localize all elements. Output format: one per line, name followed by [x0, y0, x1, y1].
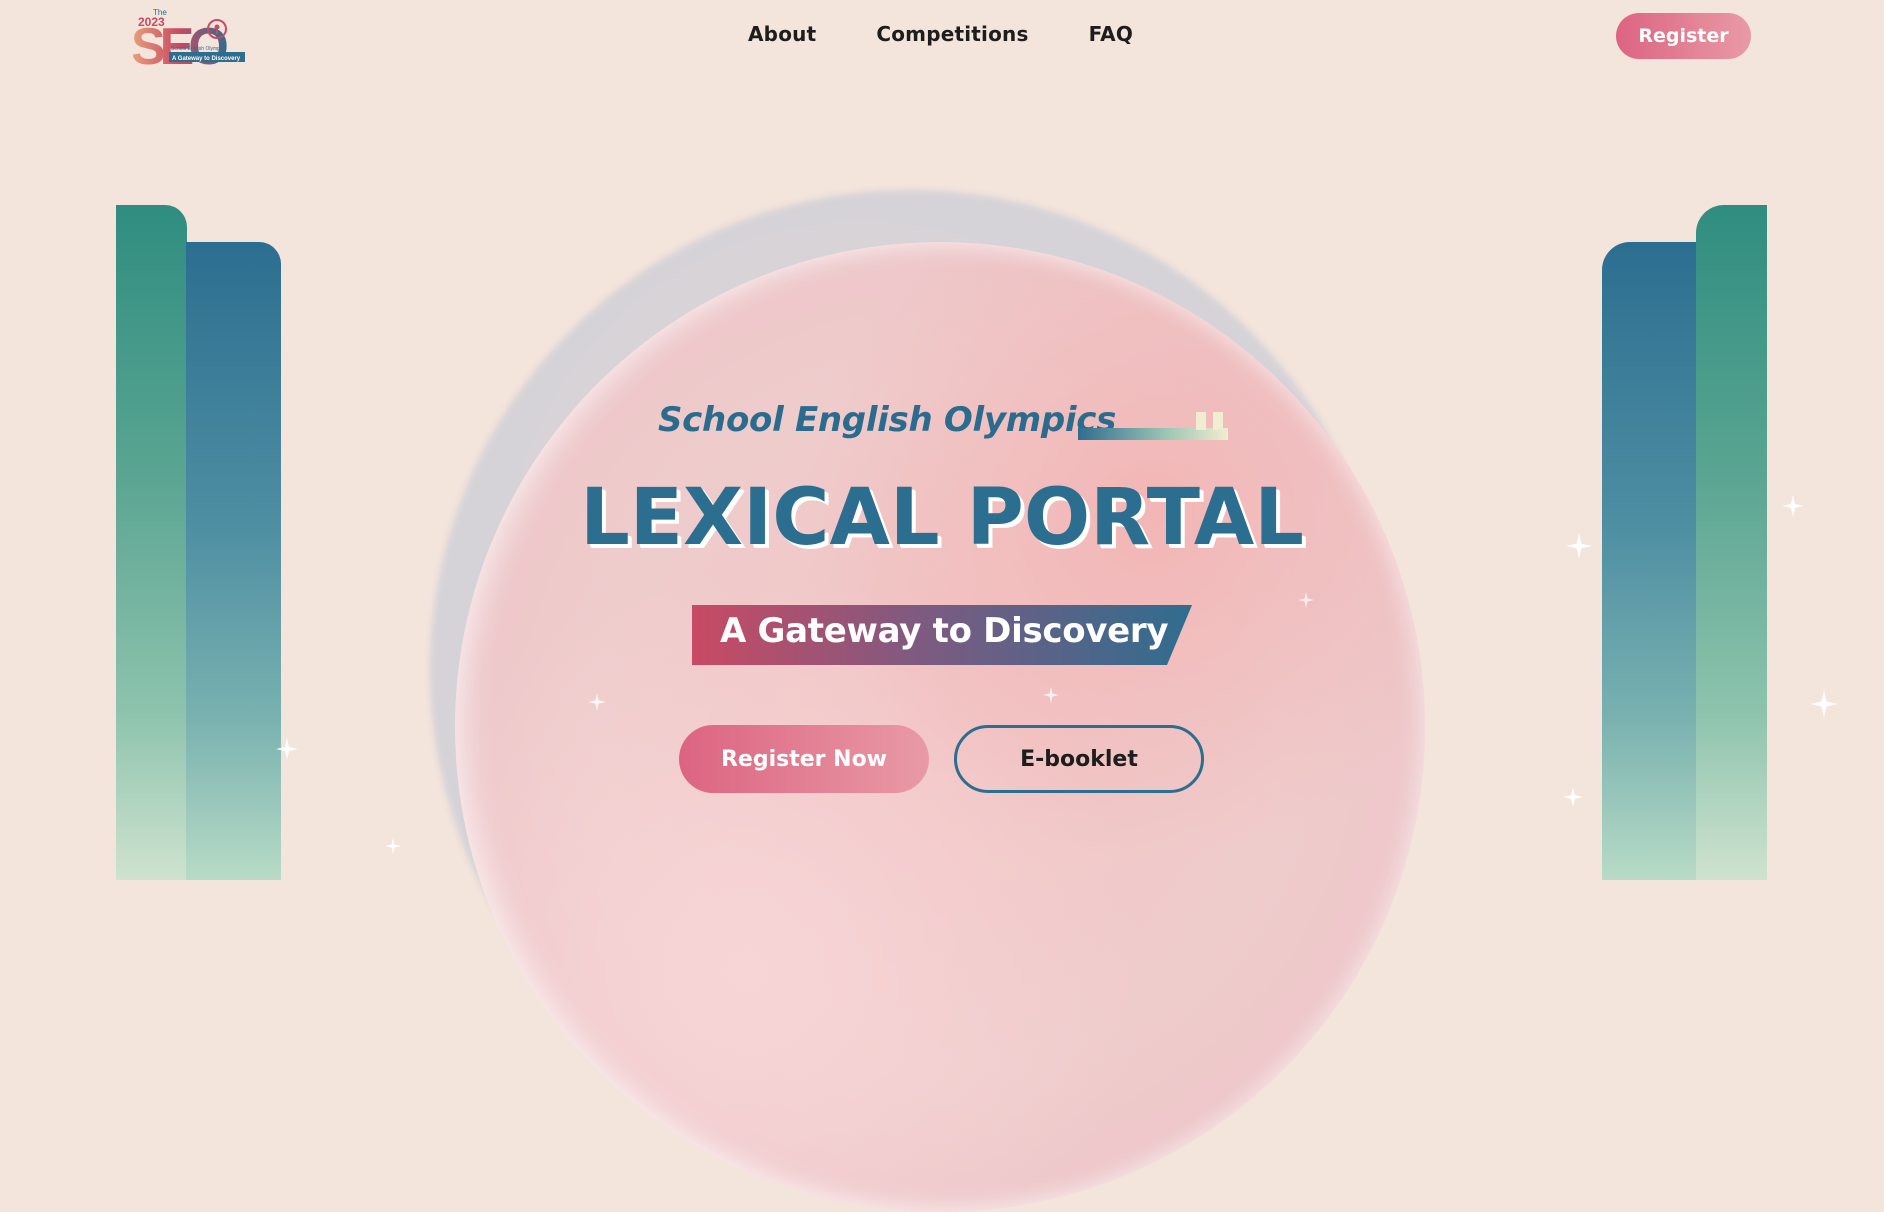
sparkle-icon [1298, 592, 1314, 608]
main-menu: About Competitions FAQ [748, 22, 1133, 46]
nav-about-link[interactable]: About [748, 22, 816, 46]
register-button[interactable]: Register [1616, 13, 1751, 59]
sparkle-icon [276, 738, 298, 760]
sphere-sheen [455, 242, 1425, 1212]
e-booklet-button[interactable]: E-booklet [954, 725, 1204, 793]
sparkle-icon [385, 838, 401, 854]
nav-competitions-link[interactable]: Competitions [876, 22, 1028, 46]
sparkle-icon [588, 693, 606, 711]
top-nav: The 2023 SEO School English Olympics A G… [0, 0, 1884, 72]
hero-sphere [420, 180, 1440, 1212]
seo-logo[interactable]: The 2023 SEO School English Olympics A G… [133, 4, 247, 70]
hero-eyebrow: School English Olympics [658, 400, 1117, 440]
hero-title: LEXICAL PORTAL [580, 473, 1304, 563]
register-now-button[interactable]: Register Now [679, 725, 929, 793]
sparkle-icon [1810, 690, 1838, 718]
key-icon [1078, 410, 1230, 442]
sparkle-icon [1563, 787, 1583, 807]
hero-tagline: A Gateway to Discovery [720, 611, 1169, 651]
nav-faq-link[interactable]: FAQ [1089, 22, 1133, 46]
svg-text:A Gateway to Discovery: A Gateway to Discovery [172, 56, 241, 62]
svg-text:School English Olympics: School English Olympics [171, 46, 227, 52]
svg-text:SEO: SEO [133, 18, 227, 70]
sparkle-icon [1043, 687, 1059, 703]
